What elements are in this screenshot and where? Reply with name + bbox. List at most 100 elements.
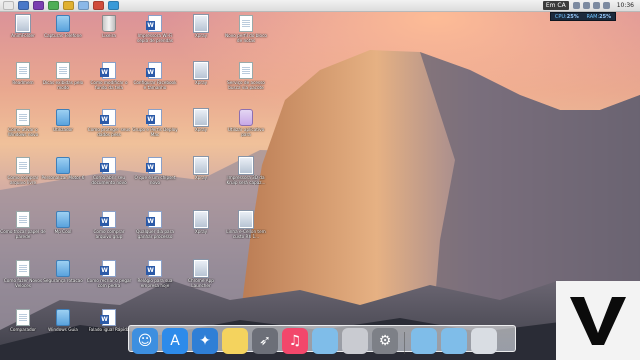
desktop-icon[interactable]: Chrome App Launcher (178, 258, 224, 298)
ram-readout: RAM:25% (586, 13, 612, 20)
trash-icon[interactable] (471, 328, 497, 354)
menubar-app-3-icon[interactable] (33, 1, 44, 10)
tray-network-icon[interactable] (572, 2, 580, 9)
desktop-icon[interactable]: Impressora Wi-Fi sepia de prendas (132, 13, 178, 53)
desktop-icon[interactable]: Novo perfil do bloco de notas (223, 13, 269, 53)
desktop-icon-label: Linha e-Cellon tem custo R$ 1... (226, 229, 266, 239)
dock-separator (404, 332, 405, 354)
desktop-icon-label: Configurar Facebook e tamanho (133, 80, 177, 90)
system-monitor-widget: CPU:25% RAM:25% (550, 12, 616, 21)
desktop-icon[interactable]: Capturas Telefone (40, 13, 86, 53)
desktop-icon-label: Mp Cool (54, 229, 72, 234)
desktop-icon[interactable]: Mp Cool (40, 209, 86, 249)
app-store-icon[interactable]: A (162, 328, 188, 354)
desktop-icon[interactable]: Utilizar aplicativo para (223, 107, 269, 147)
menubar-app-1-icon[interactable] (3, 1, 14, 10)
desktop-icon[interactable]: Configurar Facebook e tamanho (132, 60, 178, 100)
desktop-icon[interactable]: Lixeira (86, 13, 132, 53)
word-icon (146, 260, 162, 277)
desktop-icon-label: Xpray (194, 127, 208, 132)
word-icon (100, 309, 116, 326)
img-icon (194, 157, 208, 174)
desktop-icon[interactable]: Personalizar Motor 6 (40, 155, 86, 195)
word-icon (100, 260, 116, 277)
desktop-icon[interactable]: Dicas exibidas pelo modo (40, 60, 86, 100)
desktop-icon-label: Relógio para sua empresa hoje (137, 278, 173, 288)
desktop-icon[interactable]: O que é um chipset novo (132, 155, 178, 195)
desktop-icon-label: Impressora Wi-Fi sepia de prendas (137, 33, 173, 43)
desktop-icon-label: Xpray (194, 229, 208, 234)
desktop-icon-label: Como modificar o fundo da tela (90, 80, 128, 90)
language-indicator[interactable]: Em CA (542, 1, 569, 10)
desktop-icon[interactable]: Como proteger seus dados pess (86, 107, 132, 147)
desktop-icon[interactable]: Xpray (178, 13, 224, 53)
desktop-icon-label: O que é um chipset novo (134, 175, 176, 185)
desktop-icon[interactable]: Windows Guia (40, 307, 86, 347)
desktop-icon[interactable]: Xpray (178, 209, 224, 249)
desktop-icon[interactable]: Xpray (178, 107, 224, 147)
doc-icon (16, 62, 30, 79)
word-icon (146, 15, 162, 32)
word-icon (146, 157, 162, 174)
menubar-app-7-icon[interactable] (93, 1, 104, 10)
launchpad-icon[interactable]: ➶ (252, 328, 278, 354)
img-icon (194, 260, 208, 277)
menubar-app-5-icon[interactable] (63, 1, 74, 10)
downloads-folder-icon[interactable] (441, 328, 467, 354)
desktop-icon[interactable]: Impressora 3D da Kruip será capaz... (223, 155, 269, 195)
menubar-app-6-icon[interactable] (78, 1, 89, 10)
menubar-app-8-icon[interactable] (108, 1, 119, 10)
menubar-app-2-icon[interactable] (18, 1, 29, 10)
folder-icon (56, 211, 70, 228)
desktop-icon-label: Segurança rotacao (43, 278, 83, 283)
word-icon (100, 211, 116, 228)
desktop-icon[interactable]: Como modificar o fundo da tela (86, 60, 132, 100)
watermark-logo (556, 281, 640, 360)
img-icon (16, 15, 30, 32)
desktop-icon[interactable]: Como abrir seu documento novo (86, 155, 132, 195)
notes-icon[interactable] (222, 328, 248, 354)
v-logo-icon (570, 296, 626, 345)
cpu-readout: CPU:25% (554, 13, 579, 20)
tray-sync-icon[interactable] (582, 2, 590, 9)
dashboard-icon[interactable] (342, 328, 368, 354)
desktop-icon-label: Grupo e Perfis Deploy Mac (132, 127, 178, 137)
doc-icon (16, 260, 30, 277)
desktop-icon[interactable]: Relógio para sua empresa hoje (132, 258, 178, 298)
tray-notification-icon[interactable] (602, 2, 610, 9)
desktop-icon[interactable]: Linha e-Cellon tem custo R$ 1... (223, 209, 269, 249)
desktop-icon[interactable]: Falado igual Rápida (86, 307, 132, 347)
desktop-icon-label: Capturas Telefone (44, 33, 82, 38)
folder-icon (56, 309, 70, 326)
desktop-icon-label: Como proteger seus dados pess (87, 127, 131, 137)
folder-icon (56, 15, 70, 32)
desktop-icon[interactable]: Xpray (178, 155, 224, 195)
desktop-icon[interactable]: Xpray (178, 60, 224, 100)
desktop-icon[interactable]: Qualquer dia para ganhar processo (132, 209, 178, 249)
desktop-icon[interactable]: Utilizador (40, 107, 86, 147)
finder-icon[interactable]: ☺ (132, 328, 158, 354)
desktop-icon-label: Xpray (194, 33, 208, 38)
system-tray (572, 2, 610, 9)
clock[interactable]: 10:36 (614, 2, 637, 9)
documents-folder-icon[interactable] (411, 328, 437, 354)
folder-icon[interactable] (312, 328, 338, 354)
word-icon (100, 157, 116, 174)
safari-icon[interactable]: ✦ (192, 328, 218, 354)
menubar-app-4-icon[interactable] (48, 1, 59, 10)
desktop-icon[interactable]: Como recriar o pegar com pedra (86, 258, 132, 298)
desktop-icon-label: Utilizador (53, 127, 73, 132)
itunes-icon[interactable]: ♫ (282, 328, 308, 354)
app-icon (239, 109, 253, 126)
desktop-icon[interactable]: Serviço de acesso busca via pacote (223, 60, 269, 100)
desktop-icon[interactable]: Segurança rotacao (40, 258, 86, 298)
tray-volume-icon[interactable] (592, 2, 600, 9)
desktop-icon-label: Chrome App Launcher (188, 278, 214, 288)
desktop-icon[interactable]: Grupo e Perfis Deploy Mac (132, 107, 178, 147)
word-icon (146, 62, 162, 79)
word-icon (146, 109, 162, 126)
desktop-icon[interactable]: Como comprar arquivo grup (86, 209, 132, 249)
desktop-icon-label: Como recriar o pegar com pedra (86, 278, 132, 288)
doc-icon (239, 62, 253, 79)
system-preferences-icon[interactable]: ⚙ (372, 328, 398, 354)
